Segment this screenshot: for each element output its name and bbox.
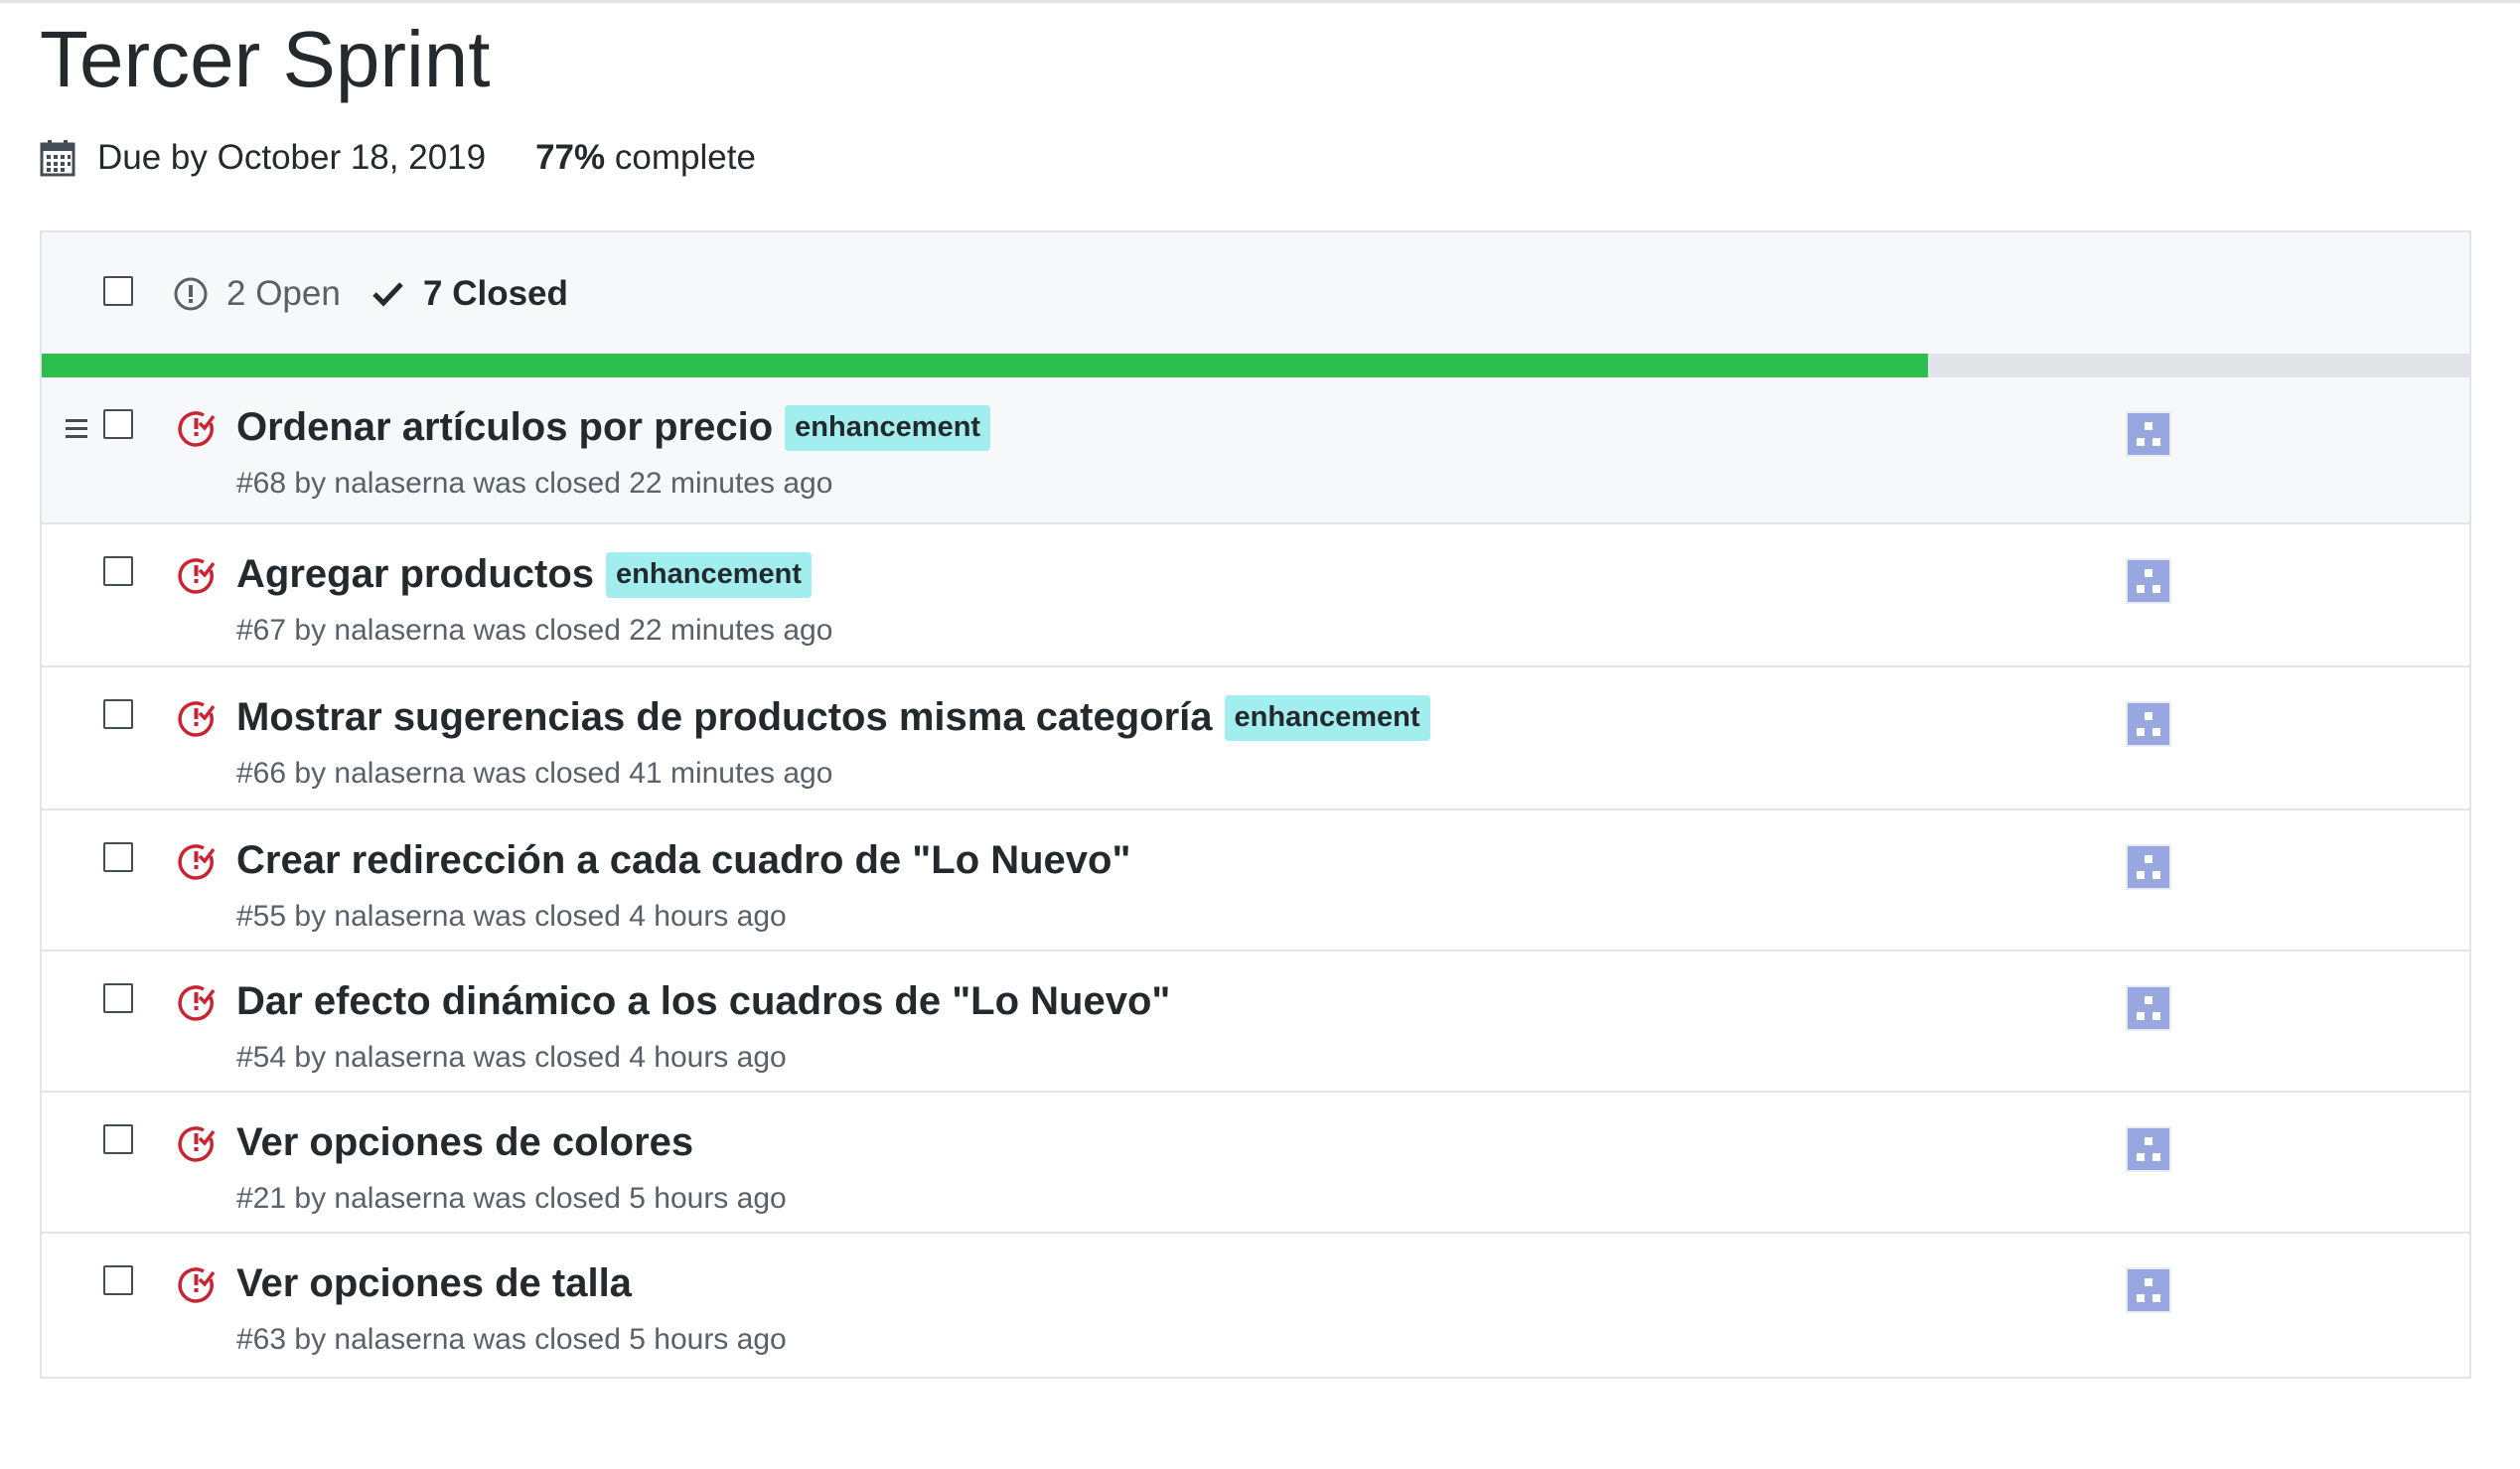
issue-title-text[interactable]: Dar efecto dinámico a los cuadros de "Lo…: [236, 979, 1170, 1024]
avatar[interactable]: [2126, 411, 2171, 457]
issue-row[interactable]: Agregar productos enhancement #67 by nala…: [42, 524, 2469, 667]
issue-closed-icon: [178, 1126, 216, 1162]
issue-meta: #63 by nalaserna was closed 5 hours ago: [236, 1323, 787, 1356]
issue-row[interactable]: Crear redirección a cada cuadro de "Lo N…: [42, 810, 2469, 952]
completion: 77% complete: [535, 138, 756, 178]
issue-title[interactable]: Mostrar sugerencias de productos misma c…: [236, 695, 1430, 741]
due-date: Due by October 18, 2019: [97, 138, 487, 177]
completion-percent: 77%: [535, 138, 606, 177]
issue-title[interactable]: Agregar productos enhancement: [236, 552, 812, 598]
issue-closed-icon: [178, 844, 216, 880]
issue-title[interactable]: Ver opciones de talla: [236, 1261, 632, 1306]
issue-closed-icon: [178, 1267, 216, 1303]
issue-checkbox[interactable]: [103, 1265, 133, 1295]
avatar[interactable]: [2126, 844, 2171, 890]
issue-checkbox[interactable]: [103, 409, 133, 439]
avatar[interactable]: [2126, 558, 2171, 604]
issue-row[interactable]: Ver opciones de talla #63 by nalaserna w…: [42, 1234, 2469, 1375]
issue-row[interactable]: Dar efecto dinámico a los cuadros de "Lo…: [42, 952, 2469, 1093]
closed-filter[interactable]: 7 Closed: [371, 272, 568, 316]
milestone-meta: Due by October 18, 2019 77% complete: [40, 133, 756, 183]
issues-box-header: 2 Open 7 Closed: [42, 232, 2469, 354]
milestone-title: Tercer Sprint: [40, 15, 491, 103]
issue-meta: #67 by nalaserna was closed 22 minutes a…: [236, 614, 833, 647]
avatar[interactable]: [2126, 985, 2171, 1031]
issue-row[interactable]: Ver opciones de colores #21 by nalaserna…: [42, 1093, 2469, 1234]
issue-closed-icon: [178, 701, 216, 737]
issue-title[interactable]: Crear redirección a cada cuadro de "Lo N…: [236, 838, 1130, 883]
issue-meta: #68 by nalaserna was closed 22 minutes a…: [236, 467, 833, 500]
check-icon: [372, 282, 403, 307]
issues-box: 2 Open 7 Closed Ordenar artículos por pr…: [40, 230, 2471, 1379]
open-count: 2 Open: [226, 274, 341, 313]
issue-title-text[interactable]: Agregar productos: [236, 552, 594, 597]
progress-fill: [42, 354, 1928, 377]
issue-checkbox[interactable]: [103, 1124, 133, 1154]
issue-meta: #55 by nalaserna was closed 4 hours ago: [236, 900, 787, 933]
progress-bar: [42, 354, 2469, 377]
issue-row[interactable]: Ordenar artículos por precio enhancement …: [42, 377, 2469, 524]
issue-title[interactable]: Ver opciones de colores: [236, 1120, 693, 1165]
issue-checkbox[interactable]: [103, 699, 133, 729]
issue-title-text[interactable]: Crear redirección a cada cuadro de "Lo N…: [236, 838, 1130, 883]
issue-closed-icon: [178, 411, 216, 447]
closed-count: 7 Closed: [423, 274, 568, 313]
issue-title[interactable]: Ordenar artículos por precio enhancement: [236, 405, 991, 451]
issue-list: Ordenar artículos por precio enhancement …: [42, 377, 2469, 1375]
issue-title[interactable]: Dar efecto dinámico a los cuadros de "Lo…: [236, 979, 1170, 1024]
issue-closed-icon: [178, 558, 216, 594]
label-enhancement[interactable]: enhancement: [606, 552, 812, 598]
issue-meta: #66 by nalaserna was closed 41 minutes a…: [236, 757, 833, 790]
issue-opened-icon: [174, 277, 208, 311]
completion-label: complete: [614, 138, 756, 177]
issue-title-text[interactable]: Ver opciones de talla: [236, 1261, 632, 1306]
select-all-checkbox[interactable]: [103, 276, 133, 306]
drag-handle-icon[interactable]: [66, 419, 87, 443]
issue-meta: #21 by nalaserna was closed 5 hours ago: [236, 1182, 787, 1215]
issue-checkbox[interactable]: [103, 983, 133, 1013]
label-enhancement[interactable]: enhancement: [785, 405, 991, 451]
issue-title-text[interactable]: Ver opciones de colores: [236, 1120, 693, 1165]
top-divider: [0, 0, 2520, 3]
avatar[interactable]: [2126, 1126, 2171, 1172]
issue-title-text[interactable]: Mostrar sugerencias de productos misma c…: [236, 695, 1213, 740]
issue-title-text[interactable]: Ordenar artículos por precio: [236, 405, 773, 450]
issue-meta: #54 by nalaserna was closed 4 hours ago: [236, 1041, 787, 1074]
avatar[interactable]: [2126, 701, 2171, 747]
issue-checkbox[interactable]: [103, 556, 133, 586]
calendar-icon: [40, 140, 75, 177]
avatar[interactable]: [2126, 1267, 2171, 1313]
issue-row[interactable]: Mostrar sugerencias de productos misma c…: [42, 667, 2469, 810]
issue-closed-icon: [178, 985, 216, 1021]
issue-checkbox[interactable]: [103, 842, 133, 872]
label-enhancement[interactable]: enhancement: [1224, 695, 1430, 741]
open-filter[interactable]: 2 Open: [173, 272, 341, 316]
